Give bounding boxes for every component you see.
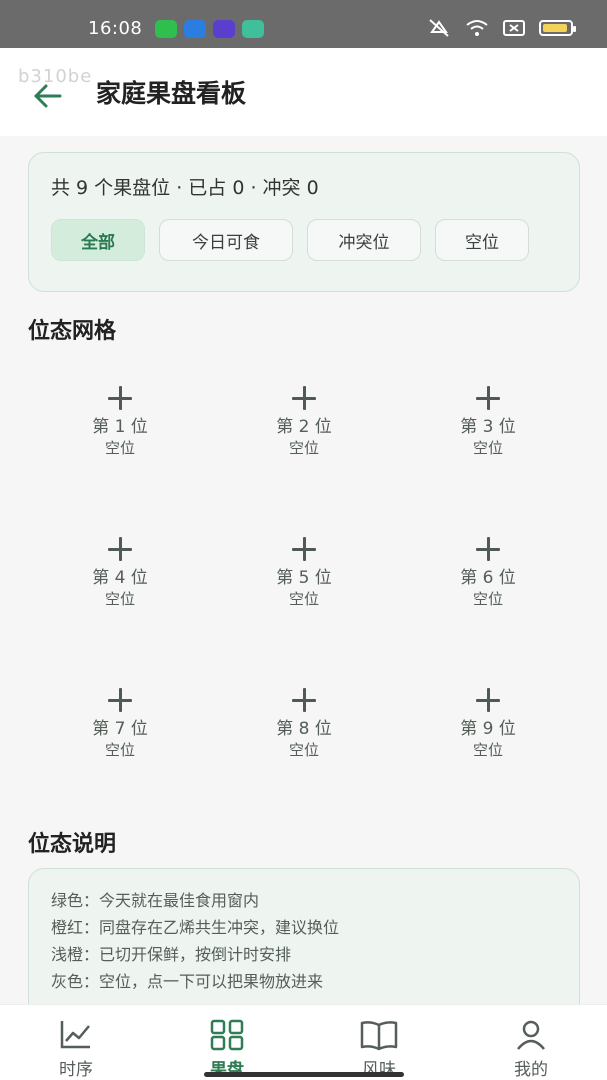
status-icons bbox=[427, 18, 576, 38]
summary-card: 共 9 个果盘位 · 已占 0 · 冲突 0 全部 今日可食 冲突位 空位 bbox=[28, 152, 580, 292]
slot-state: 空位 bbox=[104, 741, 135, 759]
bottom-nav: 时序 果盘 风味 我的 bbox=[0, 1004, 607, 1080]
grid-icon bbox=[210, 1019, 244, 1051]
slot-7[interactable]: 第 7 位空位 bbox=[28, 662, 212, 813]
slot-name: 第 8 位 bbox=[276, 719, 332, 739]
slot-name: 第 4 位 bbox=[92, 568, 148, 588]
plus-icon bbox=[476, 537, 500, 561]
back-button[interactable] bbox=[28, 76, 68, 116]
slot-2[interactable]: 第 2 位空位 bbox=[212, 360, 396, 511]
location-app-icon bbox=[242, 20, 264, 38]
browser-app-icon bbox=[184, 20, 206, 38]
slot-name: 第 9 位 bbox=[460, 719, 516, 739]
slot-state: 空位 bbox=[104, 590, 135, 608]
slot-state: 空位 bbox=[104, 439, 135, 457]
slot-5[interactable]: 第 5 位空位 bbox=[212, 511, 396, 662]
mute-icon bbox=[429, 19, 449, 37]
slot-state: 空位 bbox=[472, 590, 503, 608]
plus-icon bbox=[476, 386, 500, 410]
slot-name: 第 6 位 bbox=[460, 568, 516, 588]
chat-app-icon bbox=[155, 20, 177, 38]
filter-empty-chip[interactable]: 空位 bbox=[435, 219, 529, 261]
slot-name: 第 1 位 bbox=[92, 417, 148, 437]
plus-icon bbox=[108, 688, 132, 712]
app-header: b310be 家庭果盘看板 bbox=[0, 48, 607, 136]
slot-state: 空位 bbox=[288, 590, 319, 608]
slot-state: 空位 bbox=[472, 439, 503, 457]
nav-fruit-plate[interactable]: 果盘 bbox=[177, 1019, 277, 1080]
home-indicator[interactable] bbox=[204, 1072, 404, 1077]
slot-8[interactable]: 第 8 位空位 bbox=[212, 662, 396, 813]
person-icon bbox=[517, 1020, 545, 1050]
chart-line-icon bbox=[60, 1021, 90, 1049]
slot-1[interactable]: 第 1 位空位 bbox=[28, 360, 212, 511]
book-icon bbox=[360, 1021, 398, 1051]
slot-state: 空位 bbox=[472, 741, 503, 759]
slot-state: 空位 bbox=[288, 741, 319, 759]
status-time: 16:08 bbox=[88, 18, 143, 39]
filter-all-chip[interactable]: 全部 bbox=[51, 219, 145, 261]
battery-icon bbox=[539, 20, 576, 36]
grid-section-title: 位态网格 bbox=[28, 319, 117, 344]
slot-name: 第 3 位 bbox=[460, 417, 516, 437]
legend-light-orange: 浅橙：已切开保鲜，按倒计时安排 bbox=[51, 945, 292, 964]
nav-timeline[interactable]: 时序 bbox=[26, 1019, 126, 1080]
slot-6[interactable]: 第 6 位空位 bbox=[396, 511, 580, 662]
plus-icon bbox=[292, 688, 316, 712]
nav-label: 我的 bbox=[514, 1060, 548, 1080]
cloud-app-icon bbox=[213, 20, 235, 38]
slot-9[interactable]: 第 9 位空位 bbox=[396, 662, 580, 813]
sim-icon bbox=[503, 20, 525, 36]
plus-icon bbox=[476, 688, 500, 712]
slot-4[interactable]: 第 4 位空位 bbox=[28, 511, 212, 662]
filter-edible-today-chip[interactable]: 今日可食 bbox=[159, 219, 293, 261]
nav-mine[interactable]: 我的 bbox=[481, 1019, 581, 1080]
arrow-left-icon bbox=[34, 84, 62, 108]
slot-grid: 第 1 位空位 第 2 位空位 第 3 位空位 第 4 位空位 第 5 位空位 … bbox=[28, 360, 580, 813]
filter-conflict-chip[interactable]: 冲突位 bbox=[307, 219, 421, 261]
slot-name: 第 5 位 bbox=[276, 568, 332, 588]
slot-name: 第 2 位 bbox=[276, 417, 332, 437]
summary-text: 共 9 个果盘位 · 已占 0 · 冲突 0 bbox=[51, 177, 319, 199]
nav-label: 时序 bbox=[59, 1060, 93, 1080]
legend-green: 绿色：今天就在最佳食用窗内 bbox=[51, 891, 260, 910]
legend-orange-red: 橙红：同盘存在乙烯共生冲突，建议换位 bbox=[51, 918, 340, 937]
plus-icon bbox=[108, 537, 132, 561]
filter-chips: 全部 今日可食 冲突位 空位 bbox=[51, 219, 529, 261]
slot-3[interactable]: 第 3 位空位 bbox=[396, 360, 580, 511]
wifi-icon bbox=[466, 20, 488, 36]
page-title: 家庭果盘看板 bbox=[96, 79, 247, 108]
legend-card: 绿色：今天就在最佳食用窗内 橙红：同盘存在乙烯共生冲突，建议换位 浅橙：已切开保… bbox=[28, 868, 580, 1018]
slot-name: 第 7 位 bbox=[92, 719, 148, 739]
nav-flavor[interactable]: 风味 bbox=[329, 1019, 429, 1080]
status-bar: 16:08 bbox=[0, 0, 607, 48]
legend-section-title: 位态说明 bbox=[28, 832, 117, 857]
plus-icon bbox=[292, 537, 316, 561]
plus-icon bbox=[108, 386, 132, 410]
plus-icon bbox=[292, 386, 316, 410]
slot-state: 空位 bbox=[288, 439, 319, 457]
legend-gray: 灰色：空位，点一下可以把果物放进来 bbox=[51, 972, 324, 991]
